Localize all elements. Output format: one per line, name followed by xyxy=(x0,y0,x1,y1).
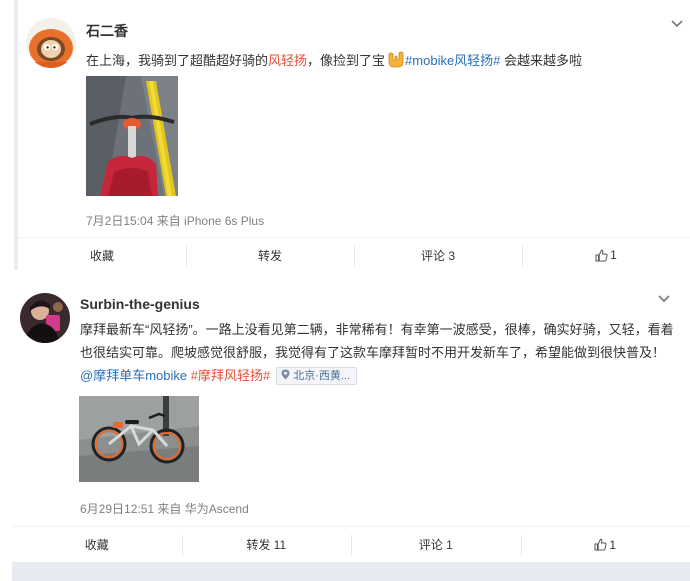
like-count: 1 xyxy=(609,537,617,552)
hashtag-link[interactable]: #mobike风轻扬# xyxy=(405,53,500,68)
post-text: 摩拜最新车“风轻扬”。一路上没看见第二辆，非常稀有！有幸第一波感受，很棒，确实好… xyxy=(80,318,678,387)
location-chip[interactable]: 北京·西黄... xyxy=(276,367,358,385)
comment-label: 评论 1 xyxy=(418,538,453,552)
like-count: 1 xyxy=(610,248,617,262)
post-photo[interactable] xyxy=(79,396,199,482)
comment-button[interactable]: 评论 3 xyxy=(354,238,522,272)
chevron-down-icon[interactable] xyxy=(670,18,684,28)
thumbs-up-icon xyxy=(595,249,608,261)
rock-hand-emoji-icon xyxy=(388,51,404,68)
action-bar: 收藏 转发 评论 3 1 xyxy=(18,237,690,272)
bike-handlebar-photo xyxy=(86,76,178,196)
like-button[interactable]: 1 xyxy=(522,238,690,272)
mention-link[interactable]: @摩拜单车mobike xyxy=(80,368,187,383)
username[interactable]: Surbin-the-genius xyxy=(80,296,200,312)
avatar-photo xyxy=(20,293,70,343)
favorite-button[interactable]: 收藏 xyxy=(12,527,182,562)
repost-button[interactable]: 转发 xyxy=(186,238,354,272)
post-text-part: 在上海，我骑到了超酷超好骑的 xyxy=(86,53,269,68)
comment-label: 评论 3 xyxy=(420,248,455,263)
orange-bike-photo xyxy=(79,396,199,482)
username[interactable]: 石二香 xyxy=(86,21,128,41)
post-photo[interactable] xyxy=(86,76,178,196)
repost-label: 转发 11 xyxy=(246,538,287,552)
favorite-button[interactable]: 收藏 xyxy=(18,238,186,272)
post-meta: 6月29日12:51 来自 华为Ascend xyxy=(80,502,249,516)
thumbs-up-icon xyxy=(594,538,607,551)
post-text-body: 摩拜最新车“风轻扬”。一路上没看见第二辆，非常稀有！有幸第一波感受，很棒，确实好… xyxy=(80,322,674,360)
bottom-band xyxy=(12,562,690,581)
favorite-label: 收藏 xyxy=(89,248,114,263)
comment-button[interactable]: 评论 1 xyxy=(351,527,521,562)
post-meta: 7月2日15:04 来自 iPhone 6s Plus xyxy=(86,214,265,228)
post-text: 在上海，我骑到了超酷超好骑的风轻扬，像捡到了宝 #mobike风轻扬# 会越来越… xyxy=(86,49,666,72)
hashtag-link[interactable]: #摩拜风轻扬# xyxy=(191,368,270,383)
avatar-cartoon xyxy=(26,18,76,68)
avatar[interactable] xyxy=(20,293,70,343)
chevron-down-icon[interactable] xyxy=(657,293,671,303)
highlight-keyword: 风轻扬 xyxy=(268,53,308,68)
favorite-label: 收藏 xyxy=(84,538,109,552)
location-label: 北京·西黄... xyxy=(293,370,351,382)
like-button[interactable]: 1 xyxy=(520,527,690,562)
repost-button[interactable]: 转发 11 xyxy=(181,527,352,562)
location-pin-icon xyxy=(281,369,290,380)
avatar[interactable] xyxy=(26,18,76,68)
repost-label: 转发 xyxy=(257,248,282,263)
post-text-part: ，像捡到了宝 xyxy=(307,53,386,68)
post-text-part: 会越来越多啦 xyxy=(500,53,583,68)
action-bar: 收藏 转发 11 评论 1 1 xyxy=(12,526,690,562)
